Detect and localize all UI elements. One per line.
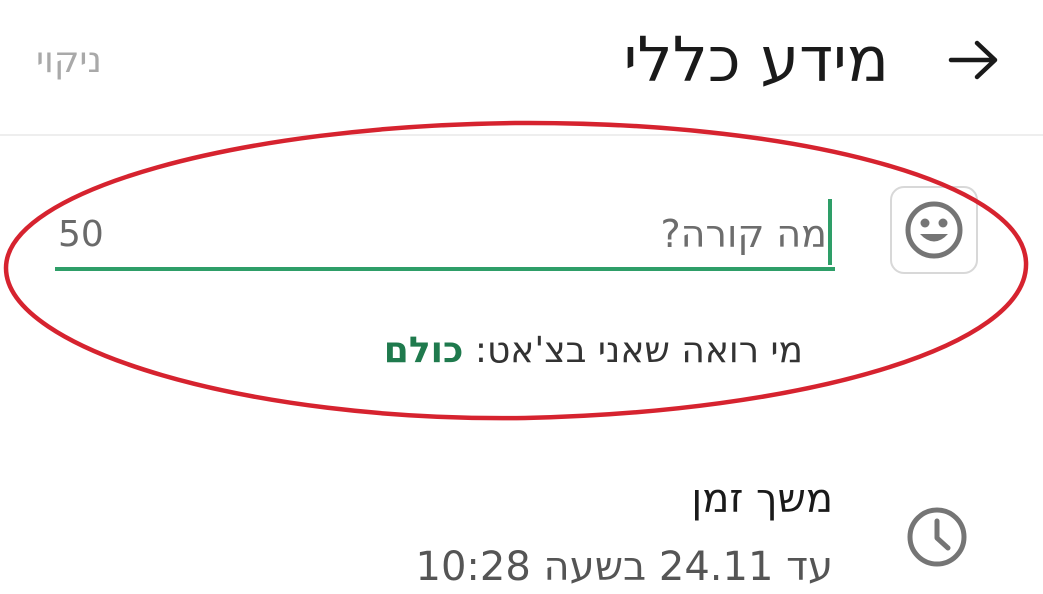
- back-button[interactable]: [947, 38, 1001, 82]
- header-divider: [0, 134, 1043, 136]
- char-counter: 50: [58, 214, 104, 255]
- text-cursor: [828, 199, 832, 265]
- visibility-label: מי רואה שאני בצ'אט:: [474, 330, 803, 371]
- clear-button[interactable]: ניקוי: [36, 38, 102, 84]
- status-input[interactable]: [57, 203, 833, 265]
- page-title: מידע כללי: [623, 23, 889, 96]
- duration-value[interactable]: עד 24.11 בשעה 10:28: [416, 540, 833, 594]
- input-underline: [55, 267, 835, 271]
- arrow-right-icon: [948, 40, 998, 80]
- emoji-button[interactable]: [890, 186, 978, 274]
- smiley-icon: [905, 201, 963, 259]
- visibility-setting[interactable]: מי רואה שאני בצ'אט: כולם: [384, 328, 803, 374]
- visibility-value[interactable]: כולם: [384, 330, 464, 371]
- clock-icon: [905, 505, 969, 569]
- duration-title: משך זמן: [691, 476, 833, 522]
